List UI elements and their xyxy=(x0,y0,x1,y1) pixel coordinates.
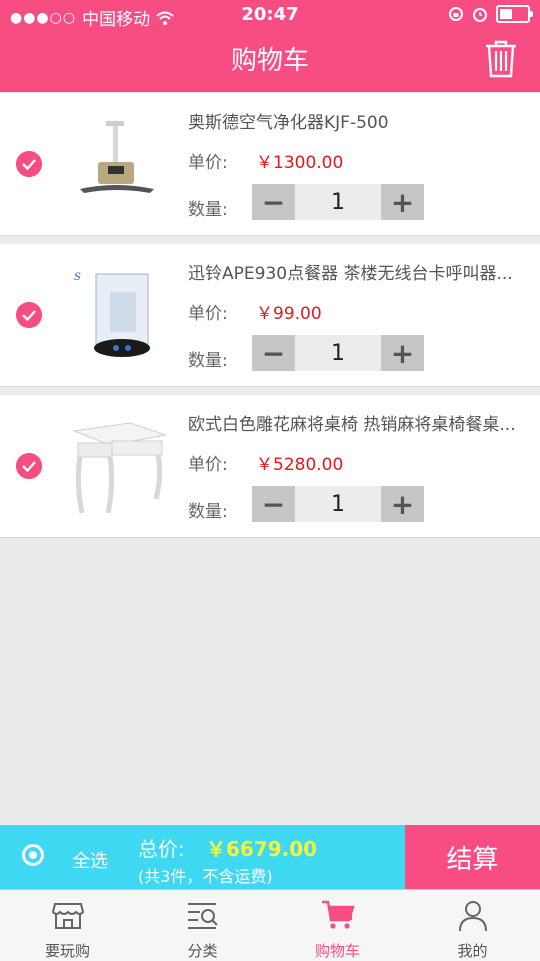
cart-item: 欧式白色雕花麻将桌椅 热销麻将桌椅餐桌... 单价: ￥5280.00 数量: … xyxy=(0,395,540,538)
top-bar: ●●●○○ 中国移动 20:47 购物车 xyxy=(0,0,540,92)
alarm-icon xyxy=(473,8,487,22)
tab-label: 我的 xyxy=(457,942,488,960)
quantity-value[interactable]: 1 xyxy=(295,184,381,220)
rotation-lock-icon xyxy=(449,7,463,21)
svg-text:S: S xyxy=(74,272,81,283)
select-all-radio[interactable] xyxy=(22,844,44,866)
price-label: 单价: xyxy=(188,304,228,324)
checkout-bar: 全选 总价: ￥6679.00 (共3件，不含运费) 结算 xyxy=(0,825,540,889)
table-image xyxy=(72,422,167,514)
cart-icon xyxy=(322,900,355,929)
quantity-label: 数量: xyxy=(188,200,228,220)
tab-bar: 要玩购 分类 购物车 我的 xyxy=(0,889,540,961)
trash-icon[interactable] xyxy=(484,40,518,78)
tab-category[interactable]: 分类 xyxy=(135,890,270,961)
tab-label: 分类 xyxy=(187,942,218,960)
tab-profile[interactable]: 我的 xyxy=(405,890,540,961)
decrease-button[interactable]: − xyxy=(252,486,295,522)
decrease-button[interactable]: − xyxy=(252,184,295,220)
decrease-button[interactable]: − xyxy=(252,335,295,371)
air-purifier-image xyxy=(80,121,154,193)
quantity-stepper: − 1 + xyxy=(252,184,424,220)
cart-item: S 迅铃APE930点餐器 茶楼无线台卡呼叫器... 单价: ￥99.00 数量… xyxy=(0,244,540,387)
unit-price: ￥1300.00 xyxy=(256,153,344,173)
page-title: 购物车 xyxy=(230,46,309,76)
quantity-label: 数量: xyxy=(188,351,228,371)
quantity-value[interactable]: 1 xyxy=(295,486,381,522)
cart-item: 奥斯德空气净化器KJF-500 单价: ￥1300.00 数量: − 1 + xyxy=(0,93,540,236)
category-search-icon xyxy=(188,903,218,929)
checked-icon[interactable] xyxy=(16,151,42,177)
profile-icon xyxy=(459,901,487,932)
quantity-stepper: − 1 + xyxy=(252,335,424,371)
total-note: (共3件，不含运费) xyxy=(138,867,273,886)
store-icon xyxy=(51,903,85,929)
total-label: 总价: xyxy=(138,837,185,861)
status-bar: ●●●○○ 中国移动 20:47 xyxy=(0,0,540,30)
select-all-label[interactable]: 全选 xyxy=(72,847,108,873)
checked-icon[interactable] xyxy=(16,453,42,479)
increase-button[interactable]: + xyxy=(381,335,424,371)
product-name[interactable]: 迅铃APE930点餐器 茶楼无线台卡呼叫器... xyxy=(188,259,523,284)
unit-price: ￥99.00 xyxy=(256,304,322,324)
increase-button[interactable]: + xyxy=(381,486,424,522)
battery-icon xyxy=(496,5,533,23)
quantity-stepper: − 1 + xyxy=(252,486,424,522)
tab-label: 购物车 xyxy=(314,942,360,960)
tab-label: 要玩购 xyxy=(44,942,90,960)
product-name[interactable]: 奥斯德空气净化器KJF-500 xyxy=(188,108,523,133)
price-label: 单价: xyxy=(188,153,228,173)
total-price: ￥6679.00 xyxy=(206,837,318,861)
price-label: 单价: xyxy=(188,455,228,475)
pager-image: S xyxy=(74,272,150,357)
unit-price: ￥5280.00 xyxy=(256,455,344,475)
product-name[interactable]: 欧式白色雕花麻将桌椅 热销麻将桌椅餐桌... xyxy=(188,410,523,435)
checkout-button[interactable]: 结算 xyxy=(405,825,540,889)
checked-icon[interactable] xyxy=(16,302,42,328)
tab-cart[interactable]: 购物车 xyxy=(270,890,405,961)
quantity-value[interactable]: 1 xyxy=(295,335,381,371)
quantity-label: 数量: xyxy=(188,502,228,522)
increase-button[interactable]: + xyxy=(381,184,424,220)
tab-home[interactable]: 要玩购 xyxy=(0,890,135,961)
